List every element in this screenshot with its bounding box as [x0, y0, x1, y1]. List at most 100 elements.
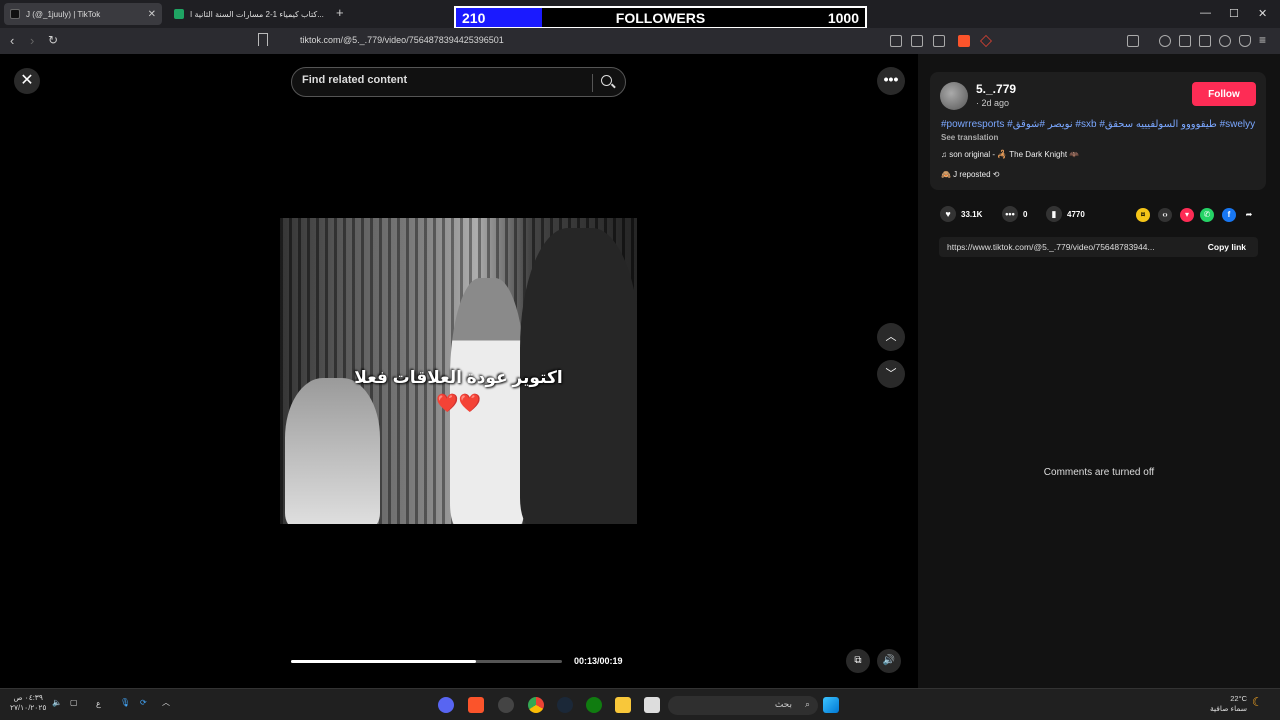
menu-icon[interactable]: ≡ — [1259, 33, 1266, 47]
tiktok-icon — [10, 9, 20, 19]
bookmark-icon[interactable] — [258, 33, 268, 46]
steam-icon[interactable] — [557, 697, 573, 713]
engagement-bar: ♥ 33.1K ••• 0 ▮ 4770 ¤ ‹› ▾ ✆ f ➦ — [940, 206, 1260, 226]
reload-icon[interactable]: ↻ — [48, 33, 58, 47]
previous-video-button[interactable]: ︿ — [877, 323, 905, 351]
vpn-icon[interactable] — [1239, 35, 1251, 47]
repost-info: 🙈 J reposted ⟲ — [941, 170, 1000, 179]
tab-sheets[interactable]: كتاب كيمياء 1-2 مسارات السنة الثانية ا..… — [168, 3, 332, 25]
discord-icon[interactable] — [438, 697, 454, 713]
clock-date: ٢٧/١٠/٢٠٢٥ — [10, 703, 47, 712]
next-video-button[interactable]: ﹀ — [877, 360, 905, 388]
send-icon[interactable]: ▾ — [1180, 208, 1194, 222]
embed-icon[interactable]: ‹› — [1158, 208, 1172, 222]
bookmark-icon: ▮ — [1046, 206, 1062, 222]
close-video-button[interactable]: ✕ — [14, 68, 40, 94]
cast-icon[interactable] — [911, 35, 923, 47]
weather-desc: سماء صافية — [1209, 704, 1247, 713]
speaker-icon[interactable]: 🔈 — [52, 698, 62, 707]
video-player: اكتوير عودة العلاقات فعلا ❤️❤️ 00:13/00:… — [280, 54, 637, 688]
minimize-button[interactable]: — — [1200, 7, 1211, 19]
address-bar: ‹ › ↻ tiktok.com/@5._.779/video/75648783… — [0, 28, 1280, 54]
windows-taskbar: ٠٤:٣٩ ص ٢٧/١٠/٢٠٢٥ 🔈 ▢ ع 🎙 ⟳ ︿ بحث ⌕ 22°… — [0, 688, 1280, 720]
tab-title: J (@_1juuly) | TikTok — [26, 9, 101, 19]
sidebar-icon[interactable] — [1179, 35, 1191, 47]
weather-temp: 22°C — [1230, 694, 1247, 703]
sheets-icon — [174, 9, 184, 19]
chrome-icon[interactable] — [528, 697, 544, 713]
search-input[interactable] — [302, 74, 582, 86]
share-icon[interactable] — [933, 35, 945, 47]
copy-link-button[interactable]: Copy link — [1208, 242, 1246, 252]
music-link[interactable]: ♫ son original - 🦂 The Dark Knight 🦇 — [941, 150, 1079, 159]
video-time: 00:13/00:19 — [574, 656, 623, 666]
close-tab-icon[interactable]: ✕ — [148, 9, 156, 20]
wallet-icon[interactable] — [1199, 35, 1211, 47]
brave-icon[interactable] — [468, 697, 484, 713]
like-count: 33.1K — [961, 209, 983, 219]
network-icon[interactable]: ▢ — [70, 698, 78, 707]
video-frame[interactable]: اكتوير عودة العلاقات فعلا ❤️❤️ — [280, 218, 637, 524]
facebook-icon[interactable]: f — [1222, 208, 1236, 222]
file-explorer-icon[interactable] — [615, 697, 631, 713]
share-arrow-icon[interactable]: ➦ — [1242, 208, 1256, 222]
like-button[interactable]: ♥ 33.1K — [940, 206, 982, 222]
search-divider — [592, 74, 593, 92]
browser-tabbar: J (@_1juuly) | TikTok ✕ كتاب كيمياء 1-2 … — [0, 0, 1280, 29]
more-options-button[interactable]: ••• — [877, 67, 905, 95]
post-card: 5._.779 · 2d ago Follow #powrresports #ن… — [930, 72, 1266, 190]
search-icon[interactable] — [601, 75, 612, 86]
back-icon[interactable]: ‹ — [10, 33, 14, 48]
video-link[interactable]: https://www.tiktok.com/@5._.779/video/75… — [947, 242, 1187, 252]
close-window-button[interactable]: ✕ — [1258, 7, 1267, 20]
followers-goal-overlay: 210 FOLLOWERS 1000 — [454, 6, 867, 29]
avatar[interactable] — [940, 82, 968, 110]
tab-search-icon[interactable] — [1127, 35, 1139, 47]
follow-button[interactable]: Follow — [1192, 82, 1256, 106]
search-icon: ⌕ — [804, 699, 810, 709]
weather-widget[interactable]: 22°C سماء صافية — [1205, 694, 1247, 714]
save-count: 4770 — [1067, 209, 1085, 219]
comment-count: 0 — [1023, 209, 1028, 219]
comments-off-message: Comments are turned off — [1043, 467, 1155, 478]
url-field[interactable]: tiktok.com/@5._.779/video/75648783944253… — [300, 35, 504, 45]
translate-icon[interactable] — [890, 35, 902, 47]
tab-title: كتاب كيمياء 1-2 مسارات السنة الثانية ا..… — [190, 9, 324, 19]
maximize-button[interactable]: ☐ — [1229, 7, 1239, 20]
coin-share-icon[interactable]: ¤ — [1136, 208, 1150, 222]
post-info-panel: 5._.779 · 2d ago Follow #powrresports #ن… — [918, 54, 1280, 688]
sync-icon[interactable]: ⟳ — [140, 698, 147, 707]
weather-moon-icon: ☾ — [1252, 695, 1263, 709]
clock[interactable]: ٠٤:٣٩ ص ٢٧/١٠/٢٠٢٥ — [10, 693, 46, 713]
store-icon[interactable] — [644, 697, 660, 713]
followers-goal: 1000 — [827, 10, 859, 26]
volume-icon[interactable]: 🔊 — [877, 649, 901, 673]
brave-shield-icon[interactable] — [958, 35, 970, 47]
save-button[interactable]: ▮ 4770 — [1046, 206, 1085, 222]
taskbar-search[interactable]: بحث ⌕ — [668, 696, 818, 715]
language-indicator[interactable]: ع — [96, 699, 101, 708]
windows-start-icon[interactable] — [823, 697, 839, 713]
tiktok-video-page: ✕ اكتوير عودة العلاقات فعلا ❤️❤️ 00:13/0… — [0, 54, 1280, 688]
leo-ai-icon[interactable] — [1219, 35, 1231, 47]
forward-icon[interactable]: › — [30, 33, 34, 48]
tab-tiktok[interactable]: J (@_1juuly) | TikTok ✕ — [4, 3, 162, 25]
hashtags[interactable]: #powrresports #نويصر #شوقق #sxb #طيقوووو… — [941, 119, 1261, 130]
music-icon[interactable] — [1159, 35, 1171, 47]
brave-rewards-icon[interactable] — [980, 35, 992, 47]
pip-icon[interactable]: ⧉ — [846, 649, 870, 673]
video-progress-bar[interactable] — [291, 660, 562, 663]
username[interactable]: 5._.779 — [976, 82, 1016, 96]
chevron-up-icon[interactable]: ︿ — [162, 697, 170, 708]
see-translation-link[interactable]: See translation — [941, 133, 998, 142]
search-bar — [291, 67, 626, 97]
microphone-icon[interactable]: 🎙 — [120, 698, 130, 707]
comment-button[interactable]: ••• 0 — [1002, 206, 1027, 222]
new-tab-button[interactable]: + — [336, 5, 344, 20]
clock-time: ٠٤:٣٩ ص — [13, 693, 43, 702]
followers-label: FOLLOWERS — [615, 10, 706, 26]
obs-icon[interactable] — [498, 697, 514, 713]
whatsapp-icon[interactable]: ✆ — [1200, 208, 1214, 222]
video-progress-played — [291, 660, 477, 663]
xbox-icon[interactable] — [586, 697, 602, 713]
